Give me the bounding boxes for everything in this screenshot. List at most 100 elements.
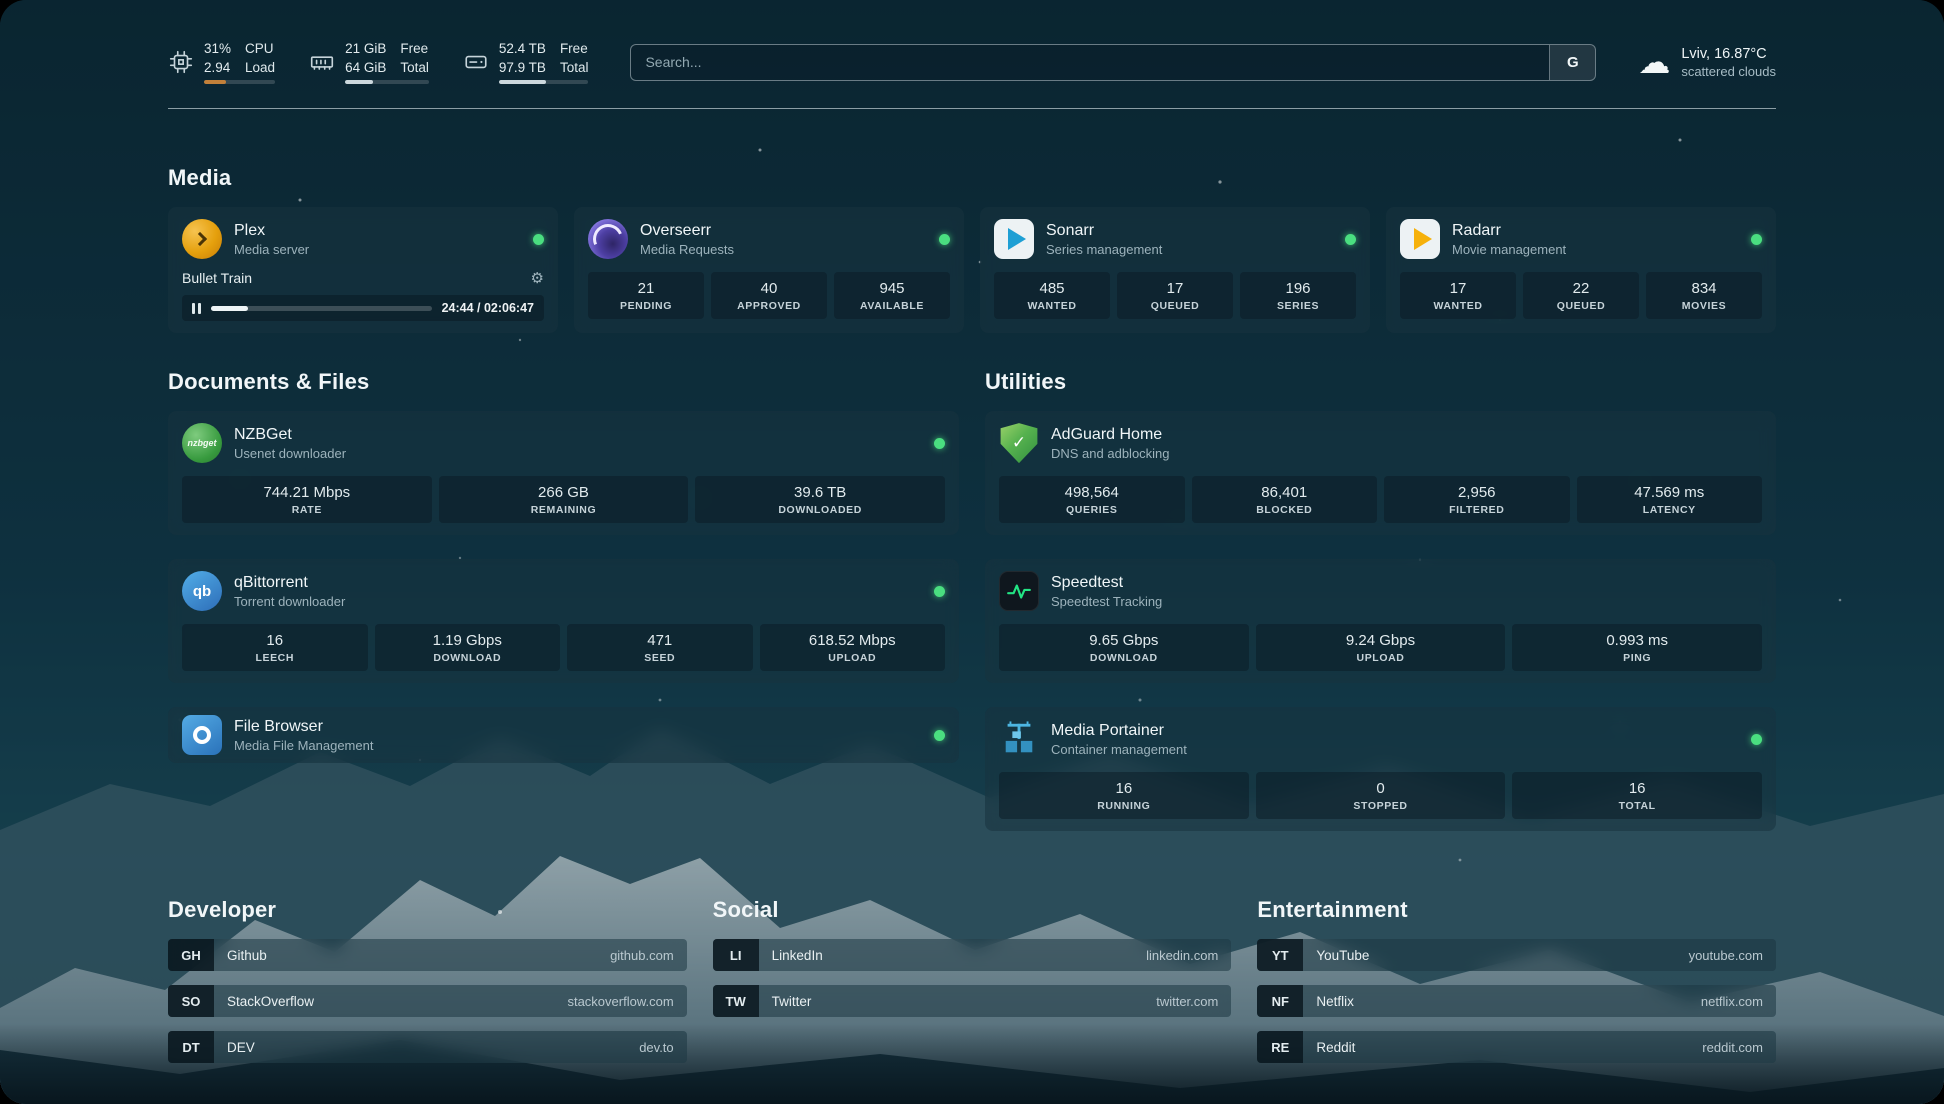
weather-location-temp: Lviv, 16.87°C — [1681, 46, 1776, 62]
card-overseerr[interactable]: Overseerr Media Requests 21 PENDING 40 A… — [574, 207, 964, 333]
disk-total-value: 97.9 TB — [499, 59, 546, 77]
stat-downloaded: 39.6 TB DOWNLOADED — [695, 476, 945, 523]
app-name: Radarr — [1452, 221, 1739, 240]
bookmark-netflix[interactable]: NF Netflix netflix.com — [1257, 985, 1776, 1017]
status-dot — [934, 730, 945, 741]
disk-total-label: Total — [560, 59, 589, 77]
app-name: qBittorrent — [234, 573, 922, 592]
bookmark-domain: linkedin.com — [1146, 948, 1231, 963]
bookmark-linkedin[interactable]: LI LinkedIn linkedin.com — [713, 939, 1232, 971]
card-header: Plex Media server — [182, 219, 544, 259]
speedtest-icon — [999, 571, 1039, 611]
bookmark-name: Reddit — [1303, 1040, 1702, 1055]
pause-button[interactable] — [192, 303, 201, 314]
card-speedtest[interactable]: Speedtest Speedtest Tracking 9.65 Gbps D… — [985, 559, 1776, 683]
bookmark-name: StackOverflow — [214, 994, 567, 1009]
stat-label: SEED — [571, 652, 749, 664]
bookmark-stackoverflow[interactable]: SO StackOverflow stackoverflow.com — [168, 985, 687, 1017]
stat-movies: 834 MOVIES — [1646, 272, 1762, 319]
stat-value: 16 — [1516, 780, 1758, 797]
bookmark-abbr: TW — [713, 985, 759, 1017]
bookmark-domain: reddit.com — [1702, 1040, 1776, 1055]
stat-wanted: 17 WANTED — [1400, 272, 1516, 319]
status-dot — [1345, 234, 1356, 245]
bookmark-domain: twitter.com — [1156, 994, 1231, 1009]
section-utilities: Utilities ✓ AdGuard Home DNS and adblock… — [985, 369, 1776, 831]
card-qbittorrent[interactable]: qb qBittorrent Torrent downloader 16 LEE… — [168, 559, 959, 683]
stat-upload: 9.24 Gbps UPLOAD — [1256, 624, 1506, 671]
section-documents-files: Documents & Files nzbget NZBGet Usenet d… — [168, 369, 959, 831]
media-section-title: Media — [168, 165, 1776, 191]
card-sonarr[interactable]: Sonarr Series management 485 WANTED 17 Q… — [980, 207, 1370, 333]
stat-label: UPLOAD — [764, 652, 942, 664]
bookmark-youtube[interactable]: YT YouTube youtube.com — [1257, 939, 1776, 971]
stat-label: BLOCKED — [1196, 504, 1374, 516]
card-adguard-home[interactable]: ✓ AdGuard Home DNS and adblocking 498,56… — [985, 411, 1776, 535]
app-name: AdGuard Home — [1051, 425, 1762, 444]
card-header: Sonarr Series management — [994, 219, 1356, 259]
adguard-shield-icon: ✓ — [999, 423, 1039, 463]
app-name: File Browser — [234, 717, 922, 736]
stat-remaining: 266 GB REMAINING — [439, 476, 689, 523]
stat-label: RATE — [186, 504, 428, 516]
card-header: ✓ AdGuard Home DNS and adblocking — [999, 423, 1762, 463]
stat-label: WANTED — [998, 300, 1106, 312]
card-plex[interactable]: Plex Media server Bullet Train ⚙ — [168, 207, 558, 333]
status-dot — [1751, 734, 1762, 745]
stat-value: 17 — [1121, 280, 1229, 297]
search-input[interactable] — [631, 45, 1549, 80]
developer-section-title: Developer — [168, 897, 687, 923]
stat-queued: 17 QUEUED — [1117, 272, 1233, 319]
app-description: DNS and adblocking — [1051, 446, 1762, 461]
stat-queries: 498,564 QUERIES — [999, 476, 1185, 523]
card-header: qb qBittorrent Torrent downloader — [182, 571, 945, 611]
app-description: Media Requests — [640, 242, 927, 257]
bookmark-github[interactable]: GH Github github.com — [168, 939, 687, 971]
bookmark-reddit[interactable]: RE Reddit reddit.com — [1257, 1031, 1776, 1063]
card-nzbget[interactable]: nzbget NZBGet Usenet downloader 744.21 M… — [168, 411, 959, 535]
stat-queued: 22 QUEUED — [1523, 272, 1639, 319]
stat-download: 1.19 Gbps DOWNLOAD — [375, 624, 561, 671]
app-description: Series management — [1046, 242, 1333, 257]
memory-progress-bar — [345, 80, 429, 84]
app-name: Speedtest — [1051, 573, 1762, 592]
disk-free-label: Free — [560, 40, 589, 58]
stat-label: REMAINING — [443, 504, 685, 516]
stat-label: DOWNLOAD — [379, 652, 557, 664]
stat-value: 17 — [1404, 280, 1512, 297]
portainer-crane-icon — [999, 719, 1039, 759]
stat-label: WANTED — [1404, 300, 1512, 312]
resource-disk: 52.4 TB Free 97.9 TB Total — [463, 40, 589, 84]
card-filebrowser[interactable]: File Browser Media File Management — [168, 707, 959, 763]
utilities-section-title: Utilities — [985, 369, 1776, 395]
stat-label: PING — [1516, 652, 1758, 664]
card-header: Radarr Movie management — [1400, 219, 1762, 259]
stat-label: DOWNLOAD — [1003, 652, 1245, 664]
stat-label: QUEUED — [1121, 300, 1229, 312]
sonarr-icon — [994, 219, 1034, 259]
bookmark-abbr: SO — [168, 985, 214, 1017]
stat-upload: 618.52 Mbps UPLOAD — [760, 624, 946, 671]
stat-rate: 744.21 Mbps RATE — [182, 476, 432, 523]
stat-value: 39.6 TB — [699, 484, 941, 501]
plex-icon — [182, 219, 222, 259]
search-provider-button[interactable]: G — [1549, 45, 1595, 80]
card-header: File Browser Media File Management — [182, 715, 945, 755]
stat-value: 945 — [838, 280, 946, 297]
bookmark-abbr: NF — [1257, 985, 1303, 1017]
disk-free-value: 52.4 TB — [499, 40, 546, 58]
bookmark-name: Netflix — [1303, 994, 1701, 1009]
app-description: Torrent downloader — [234, 594, 922, 609]
bookmark-dev-to[interactable]: DT DEV dev.to — [168, 1031, 687, 1063]
status-dot — [533, 234, 544, 245]
bookmark-twitter[interactable]: TW Twitter twitter.com — [713, 985, 1232, 1017]
card-media-portainer[interactable]: Media Portainer Container management 16 … — [985, 707, 1776, 831]
bookmark-name: YouTube — [1303, 948, 1688, 963]
app-name: Overseerr — [640, 221, 927, 240]
stat-label: UPLOAD — [1260, 652, 1502, 664]
overseerr-icon — [588, 219, 628, 259]
settings-gear-icon[interactable]: ⚙ — [531, 269, 544, 287]
search-bar[interactable]: G — [630, 44, 1596, 81]
playback-progress-bar[interactable] — [211, 306, 432, 311]
card-radarr[interactable]: Radarr Movie management 17 WANTED 22 QUE… — [1386, 207, 1776, 333]
